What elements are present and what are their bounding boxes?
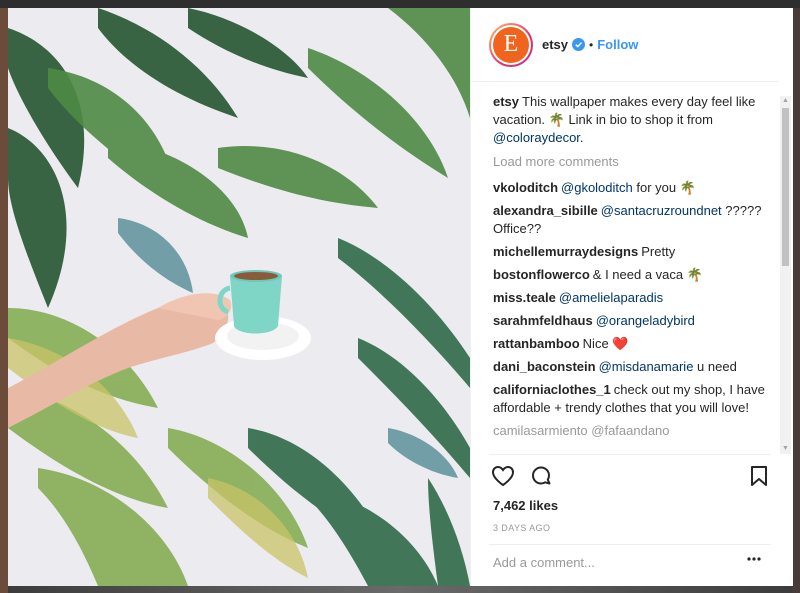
post-header: E etsy • Follow [471,8,779,82]
comment-text: & I need a vaca 🌴 [592,267,703,282]
comment-mention[interactable]: @gkoloditch [561,180,633,195]
avatar-ring: E [491,24,531,65]
comment-author[interactable]: rattanbamboo [493,336,580,351]
comment-author[interactable]: californiaclothes_1 [493,382,611,397]
comment-text: for you 🌴 [632,180,696,195]
comment-mention[interactable]: @santacruzroundnet [601,203,722,218]
list-item: californiaclothes_1 check out my shop, I … [493,381,778,417]
list-item: sarahmfeldhaus @orangeladybird [493,312,778,330]
post-timestamp: 3 DAYS AGO [493,523,551,533]
list-item: miss.teale @amelielaparadis [493,289,778,307]
caption-text: This wallpaper makes every day feel like… [493,94,756,127]
caption-author[interactable]: etsy [493,94,519,109]
backdrop-right-edge [792,8,800,593]
post-photo [8,8,470,586]
caption-end: . [579,130,584,145]
list-item: alexandra_sibille @santacruzroundnet ????… [493,202,778,238]
comments-list[interactable]: etsy This wallpaper makes every day feel … [493,93,778,453]
comment-text: Nice ❤️ [582,336,629,351]
like-count[interactable]: 7,462 likes [493,498,558,513]
divider [489,454,771,455]
comment-text: Pretty [641,244,676,259]
comment-mention[interactable]: @amelielaparadis [559,290,663,305]
scroll-down-arrow-icon[interactable]: ▼ [780,444,791,454]
comments-scrollbar[interactable]: ▲ ▼ [780,96,791,454]
comment-mention[interactable]: @orangeladybird [596,313,695,328]
post-side-panel: E etsy • Follow etsy This wallpaper makes… [470,8,793,586]
list-item: vkoloditch @gkoloditch for you 🌴 [493,179,778,197]
comment-author[interactable]: bostonflowerco [493,267,590,282]
partial-comment: camilasarmiento @fafaandano [493,423,670,438]
post-modal: E etsy • Follow etsy This wallpaper makes… [8,8,793,586]
backdrop-left-edge [0,8,8,593]
caption-mention[interactable]: @coloraydecor [493,130,580,145]
comment-author[interactable]: miss.teale [493,290,556,305]
author-username[interactable]: etsy [542,37,568,52]
palm-wallpaper-illustration [8,8,470,586]
backdrop-top-strip [0,0,800,8]
scrollbar-thumb[interactable] [782,108,789,266]
avatar[interactable]: E [489,22,533,67]
divider [489,544,771,545]
separator-dot: • [589,37,594,52]
comment-author[interactable]: michellemurraydesigns [493,244,638,259]
list-item: bostonflowerco & I need a vaca 🌴 [493,266,778,284]
list-item: michellemurraydesigns Pretty [493,243,778,261]
comment-text: u need [693,359,737,374]
list-item: rattanbamboo Nice ❤️ [493,335,778,353]
add-comment-input[interactable] [493,551,723,573]
bookmark-icon[interactable] [748,464,770,488]
follow-button[interactable]: Follow [597,37,638,52]
comment-author[interactable]: dani_baconstein [493,359,596,374]
comment-author[interactable]: alexandra_sibille [493,203,598,218]
list-item: dani_baconstein @misdanamarie u need [493,358,778,376]
comment-bubble-icon[interactable] [529,464,553,488]
scroll-up-arrow-icon[interactable]: ▲ [780,96,791,106]
post-actions [491,464,773,492]
heart-icon[interactable] [491,464,515,488]
more-options-icon[interactable] [747,557,761,561]
avatar-letter: E [493,26,529,63]
comment-author[interactable]: vkoloditch [493,180,558,195]
caption: etsy This wallpaper makes every day feel … [493,93,778,147]
load-more-comments[interactable]: Load more comments [493,153,778,171]
verified-badge-icon [572,38,586,51]
comment-mention[interactable]: @misdanamarie [599,359,694,374]
comment-author[interactable]: sarahmfeldhaus [493,313,593,328]
